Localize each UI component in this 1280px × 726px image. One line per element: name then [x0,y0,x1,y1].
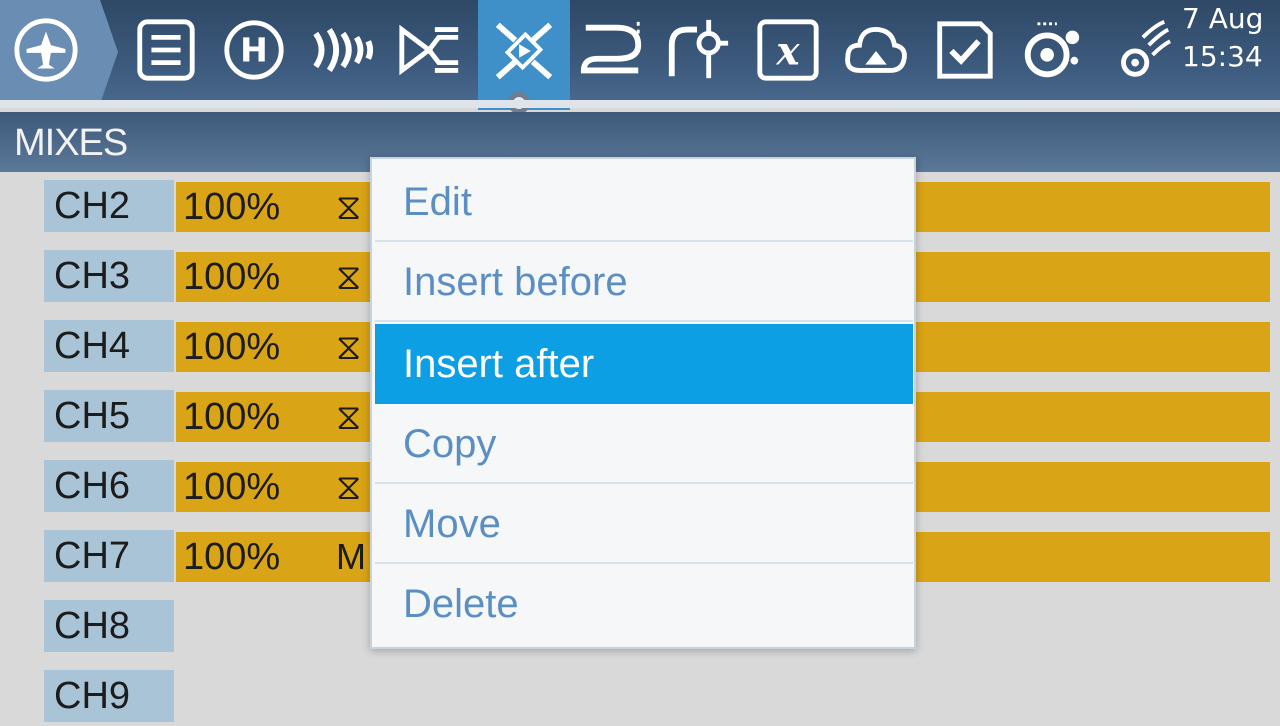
menu-item-move[interactable]: Move [375,484,913,564]
weight-value: 100% [183,536,281,578]
mix-bar [910,322,1270,372]
top-toolbar: H x 7 Aug 15:34 [0,0,1280,114]
model-setup-icon[interactable] [10,10,82,90]
mix-bar [910,462,1270,512]
source-icon: ⧖ [336,466,362,507]
weight-value: 100% [183,466,281,508]
mix-row-ch9[interactable]: CH9 [0,666,1280,726]
checklist-icon[interactable] [1016,10,1088,90]
mix-bar [910,532,1270,582]
source-icon: ⧖ [336,186,362,227]
list-icon[interactable] [130,10,202,90]
toolbar-underline [0,100,1280,108]
source-icon: ⧖ [336,256,362,297]
channel-label: CH6 [44,460,174,512]
mix-bar [910,392,1270,442]
source-label: M [336,536,366,577]
heli-icon[interactable]: H [218,10,290,90]
mix-bar [910,252,1270,302]
menu-item-delete[interactable]: Delete [375,564,913,644]
outputs-icon[interactable] [576,10,648,90]
mix-bar [910,182,1270,232]
telemetry-icon[interactable] [928,10,1000,90]
weight-value: 100% [183,396,281,438]
inputs-icon[interactable] [394,10,466,90]
menu-item-edit[interactable]: Edit [375,162,913,242]
curves-icon[interactable] [662,10,734,90]
svg-text:x: x [775,30,800,75]
channel-label: CH5 [44,390,174,442]
flight-modes-icon[interactable] [306,10,378,90]
source-icon: ⧖ [336,396,362,437]
channel-label: CH8 [44,600,174,652]
channel-label: CH4 [44,320,174,372]
signal-icon[interactable] [1104,10,1176,90]
svg-text:H: H [240,31,268,70]
channel-label: CH3 [44,250,174,302]
menu-item-insert-after[interactable]: Insert after [375,324,913,404]
special-functions-icon[interactable] [840,10,912,90]
weight-value: 100% [183,186,281,228]
logical-switches-icon[interactable]: x [752,10,824,90]
menu-item-insert-before[interactable]: Insert before [375,242,913,322]
time-display: 15:34 [1182,40,1263,73]
channel-label: CH9 [44,670,174,722]
source-icon: ⧖ [336,326,362,367]
weight-value: 100% [183,256,281,298]
page-title: MIXES [14,122,128,164]
menu-item-copy[interactable]: Copy [375,404,913,484]
channel-label: CH2 [44,180,174,232]
context-menu: Edit Insert before Insert after Copy Mov… [370,157,916,649]
date-display: 7 Aug [1182,2,1264,35]
channel-label: CH7 [44,530,174,582]
weight-value: 100% [183,326,281,368]
